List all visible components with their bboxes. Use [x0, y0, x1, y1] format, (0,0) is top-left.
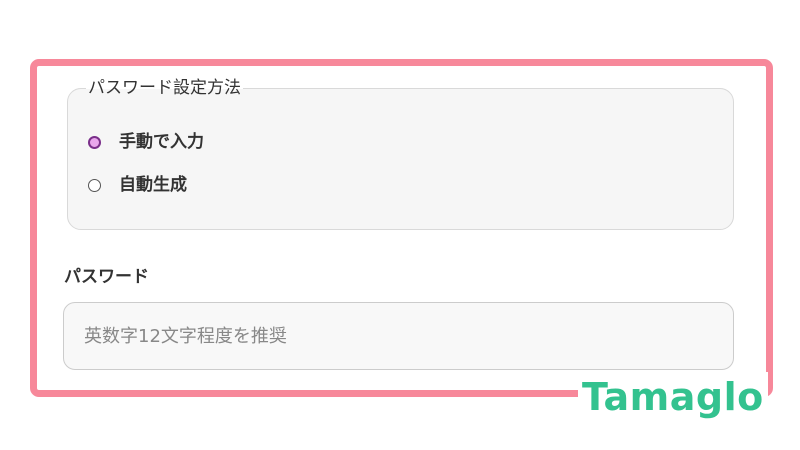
- radio-auto-label[interactable]: 自動生成: [119, 174, 187, 196]
- radio-manual-checked[interactable]: [88, 135, 101, 149]
- radio-option-manual[interactable]: 手動で入力: [88, 131, 204, 153]
- radio-manual-label[interactable]: 手動で入力: [119, 131, 204, 153]
- password-method-legend: パスワード設定方法: [86, 77, 243, 99]
- password-input[interactable]: [63, 302, 734, 370]
- radio-option-auto[interactable]: 自動生成: [88, 174, 187, 196]
- password-method-group: パスワード設定方法 手動で入力 自動生成: [67, 77, 734, 230]
- radio-auto-unchecked[interactable]: [88, 178, 101, 192]
- highlight-frame: パスワード設定方法 手動で入力 自動生成 パスワード: [30, 59, 773, 397]
- tamaglo-watermark: Tamaglo: [578, 372, 768, 422]
- password-label: パスワード: [64, 267, 149, 287]
